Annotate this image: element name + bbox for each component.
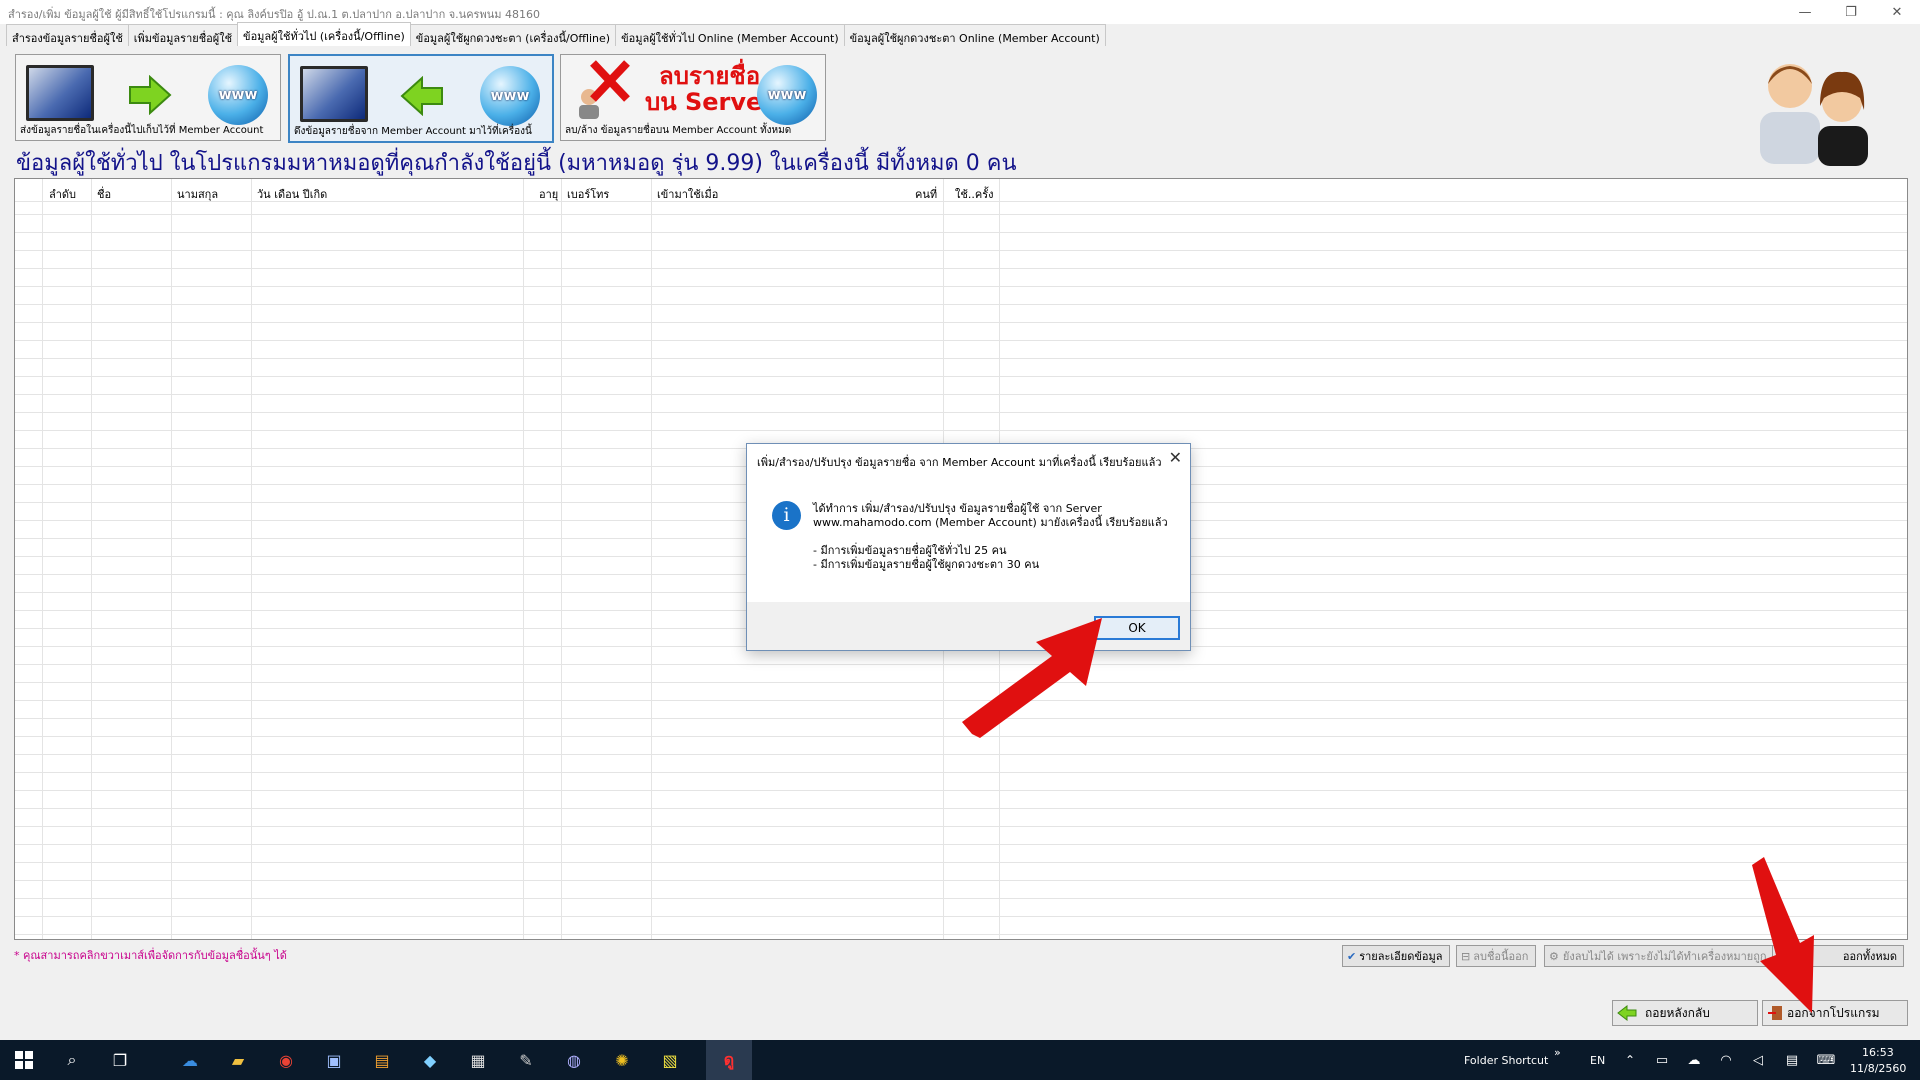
col-divider — [651, 179, 652, 939]
tab-strip: สำรองข้อมูลรายชื่อผู้ใช้ เพิ่มข้อมูลรายช… — [6, 22, 1106, 46]
search-icon[interactable]: ⌕ — [60, 1048, 84, 1072]
minimize-icon: — — [1798, 4, 1812, 20]
fetch-from-member-button[interactable]: www ดึงข้อมูลรายชื่อจาก Member Account ม… — [288, 54, 554, 143]
app-icon[interactable]: ▧ — [658, 1048, 682, 1072]
minimize-button[interactable]: — — [1782, 0, 1828, 24]
delete-label: ลบ/ล้าง ข้อมูลรายชื่อบน Member Account ท… — [565, 125, 792, 136]
app-icon[interactable]: ✺ — [610, 1048, 634, 1072]
windows-start-icon[interactable] — [12, 1048, 36, 1072]
chevron-icon[interactable]: » — [1554, 1046, 1561, 1059]
clock-date[interactable]: 11/8/2560 — [1850, 1062, 1906, 1075]
col-header-surname[interactable]: นามสกุล — [177, 185, 218, 203]
task-view-icon[interactable]: ❐ — [108, 1048, 132, 1072]
col-header-name[interactable]: ชื่อ — [97, 185, 111, 203]
col-divider — [561, 179, 562, 939]
col-header-age[interactable]: อายุ — [539, 185, 558, 203]
tab-backup[interactable]: สำรองข้อมูลรายชื่อผู้ใช้ — [6, 24, 129, 46]
users-icon — [1760, 64, 1868, 166]
col-header-use-count[interactable]: ใช้..ครั้ง — [955, 185, 993, 203]
hint-note: * คุณสามารถคลิกขวาเมาส์เพื่อจัดการกับข้อ… — [14, 949, 287, 962]
restore-button[interactable]: ❐ — [1828, 0, 1874, 24]
send-label: ส่งข้อมูลรายชื่อในเครื่องนี้ไปเก็บไว้ที่… — [20, 125, 264, 136]
col-header-last-used[interactable]: เข้ามาใช้เมื่อ — [657, 185, 718, 203]
calculator-icon[interactable]: ▦ — [466, 1048, 490, 1072]
dialog-title: เพิ่ม/สำรอง/ปรับปรุง ข้อมูลรายชื่อ จาก M… — [757, 456, 1162, 469]
notification-icon[interactable]: ▤ — [1780, 1048, 1804, 1072]
col-divider — [91, 179, 92, 939]
app-icon[interactable]: ✎ — [514, 1048, 538, 1072]
keyboard-icon[interactable]: ⌨ — [1814, 1048, 1838, 1072]
check-icon: ✔ — [1347, 949, 1357, 963]
col-header-phone[interactable]: เบอร์โทร — [567, 185, 609, 203]
wifi-icon[interactable]: ◠ — [1714, 1048, 1738, 1072]
delete-checked-button[interactable]: ⚙ ยังลบไม่ได้ เพราะยังไม่ได้ทำเครื่องหมาย… — [1544, 945, 1778, 967]
globe-icon: www — [208, 65, 268, 125]
onedrive-icon[interactable]: ☁ — [178, 1048, 202, 1072]
app-icon[interactable]: ▣ — [322, 1048, 346, 1072]
tab-general-online[interactable]: ข้อมูลผู้ใช้ทั่วไป Online (Member Accoun… — [615, 24, 845, 46]
delete-server-button[interactable]: ลบรายชื่อ บน Server www ลบ/ล้าง ข้อมูลรา… — [560, 54, 826, 141]
back-button[interactable]: ถอยหลังกลับ — [1612, 1000, 1758, 1026]
close-button[interactable]: ✕ — [1874, 0, 1920, 24]
delete-user-icon — [579, 60, 630, 119]
details-button[interactable]: ✔ รายละเอียดข้อมูล — [1342, 945, 1450, 967]
send-to-member-button[interactable]: www ส่งข้อมูลรายชื่อในเครื่องนี้ไปเก็บไว… — [15, 54, 281, 141]
dialog-message: ได้ทำการ เพิ่ม/สำรอง/ปรับปรุง ข้อมูลรายช… — [813, 502, 1168, 571]
dialog-close-icon[interactable]: ✕ — [1169, 448, 1182, 467]
computer-icon — [26, 65, 94, 121]
battery-icon[interactable]: ▭ — [1650, 1048, 1674, 1072]
app-icon[interactable]: ▤ — [370, 1048, 394, 1072]
language-indicator[interactable]: EN — [1590, 1054, 1605, 1067]
col-header-person-no[interactable]: คนที่ — [915, 185, 937, 203]
window-title: สำรอง/เพิ่ม ข้อมูลผู้ใช้ ผู้มีสิทธิ์ใช้โ… — [8, 8, 540, 21]
file-explorer-icon[interactable]: ▰ — [226, 1048, 250, 1072]
volume-icon[interactable]: ◁ — [1746, 1048, 1770, 1072]
arrow-left-icon — [1617, 1005, 1637, 1021]
title-bar: สำรอง/เพิ่ม ข้อมูลผู้ใช้ ผู้มีสิทธิ์ใช้โ… — [0, 0, 1920, 24]
restore-icon: ❐ — [1845, 4, 1857, 20]
globe-icon: www — [757, 65, 817, 125]
computer-icon — [300, 66, 368, 122]
col-divider — [42, 179, 43, 939]
cloud-icon[interactable]: ☁ — [1682, 1048, 1706, 1072]
app-icon[interactable]: ◆ — [418, 1048, 442, 1072]
delete-icon: ⊟ — [1461, 949, 1471, 963]
arrow-left-icon — [400, 76, 443, 116]
tab-general-offline[interactable]: ข้อมูลผู้ใช้ทั่วไป (เครื่องนี้/Offline) — [237, 22, 411, 46]
red-arrow-icon — [962, 618, 1102, 738]
col-divider — [523, 179, 524, 939]
red-arrow-icon — [1752, 857, 1814, 1013]
tab-horoscope-online[interactable]: ข้อมูลผู้ใช้ผูกดวงชะตา Online (Member Ac… — [843, 24, 1106, 46]
chevron-up-icon[interactable]: ⌃ — [1618, 1048, 1642, 1072]
gear-icon: ⚙ — [1549, 949, 1559, 963]
mahamodo-app-icon[interactable]: ดู — [706, 1040, 752, 1080]
arrow-right-icon — [129, 75, 172, 115]
col-divider — [171, 179, 172, 939]
fetch-label: ดึงข้อมูลรายชื่อจาก Member Account มาไว้… — [294, 126, 532, 137]
tab-horoscope-offline[interactable]: ข้อมูลผู้ใช้ผูกดวงชะตา (เครื่องนี้/Offli… — [409, 24, 617, 46]
col-header-birthdate[interactable]: วัน เดือน ปีเกิด — [257, 185, 327, 203]
globe-icon: www — [480, 66, 540, 126]
clock-time[interactable]: 16:53 — [1862, 1046, 1894, 1059]
folder-shortcut-label[interactable]: Folder Shortcut — [1464, 1054, 1548, 1067]
delete-line1: ลบรายชื่อ — [659, 62, 761, 90]
col-divider — [251, 179, 252, 939]
delete-name-button[interactable]: ⊟ ลบชื่อนี้ออก — [1456, 945, 1536, 967]
chrome-icon[interactable]: ◉ — [274, 1048, 298, 1072]
delete-line2: บน Server — [645, 88, 775, 116]
col-header-index[interactable]: ลำดับ — [49, 185, 76, 203]
taskbar: ⌕ ❐ ☁ ▰ ◉ ▣ ▤ ◆ ▦ ✎ ◍ ✺ ▧ ดู Folder Shor… — [0, 1040, 1920, 1080]
app-icon[interactable]: ◍ — [562, 1048, 586, 1072]
page-title: ข้อมูลผู้ใช้ทั่วไป ในโปรแกรมมหาหมอดูที่ค… — [16, 151, 1017, 176]
close-icon: ✕ — [1891, 4, 1903, 20]
info-icon: i — [772, 501, 801, 530]
tab-add[interactable]: เพิ่มข้อมูลรายชื่อผู้ใช้ — [127, 24, 239, 46]
